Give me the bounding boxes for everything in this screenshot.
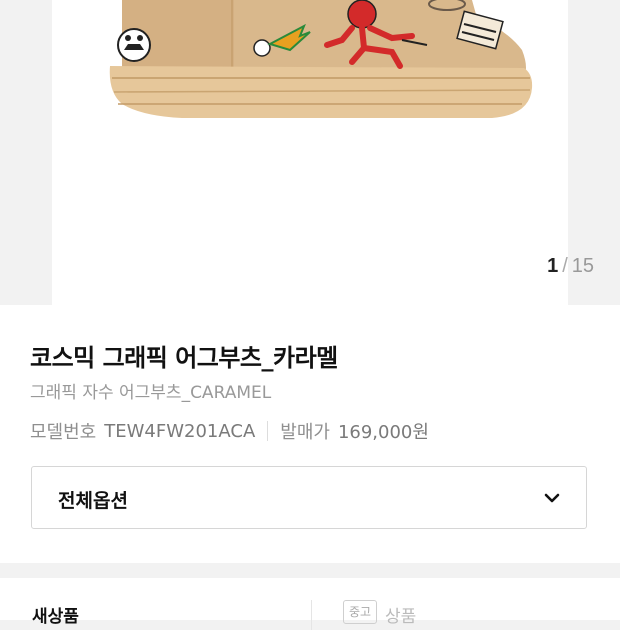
- model-number-label: 모델번호: [30, 422, 97, 443]
- page-separator: /: [562, 255, 568, 277]
- product-subtitle: 그래픽 자수 어그부츠_CARAMEL: [30, 383, 272, 403]
- product-image-frame: [52, 0, 568, 305]
- meta-divider: [267, 421, 269, 441]
- image-counter: 1/15: [547, 255, 594, 278]
- used-badge: 중고: [343, 600, 378, 624]
- product-image: [109, 0, 533, 118]
- all-options-label: 전체옵션: [58, 490, 128, 512]
- release-price-label: 발매가: [280, 422, 330, 443]
- product-title: 코스믹 그래픽 어그부츠_카라멜: [30, 344, 338, 372]
- condition-tabs: 새상품 중고 상품: [0, 578, 620, 630]
- tab-used-item[interactable]: 상품: [385, 602, 416, 627]
- model-number: TEW4FW201ACA: [104, 420, 256, 442]
- release-price: 169,000원: [337, 422, 429, 443]
- total-pages: 15: [571, 255, 594, 277]
- product-meta: 모델번호 TEW4FW201ACA 발매가 169,000원: [30, 418, 429, 444]
- all-options-dropdown[interactable]: 전체옵션: [31, 466, 587, 529]
- tab-divider: [311, 600, 312, 630]
- chevron-down-icon: [544, 489, 560, 508]
- product-info: 코스믹 그래픽 어그부츠_카라멜 그래픽 자수 어그부츠_CARAMEL 모델번…: [0, 305, 620, 563]
- product-image-gallery[interactable]: 1/15: [0, 0, 620, 305]
- current-page: 1: [547, 255, 559, 277]
- tab-new-item[interactable]: 새상품: [32, 602, 79, 627]
